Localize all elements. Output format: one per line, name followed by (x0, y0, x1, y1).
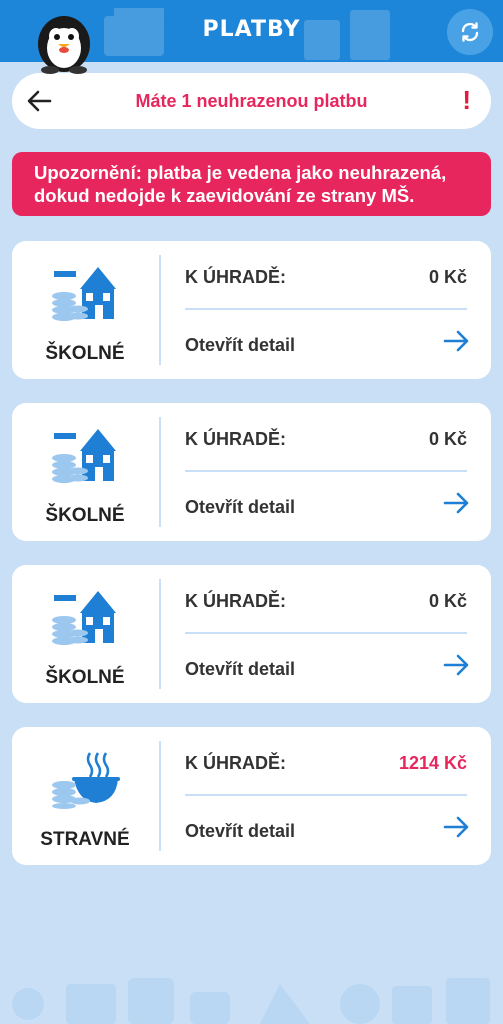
refresh-icon (461, 22, 479, 42)
arrow-right-icon[interactable] (443, 653, 471, 677)
open-detail-link[interactable]: Otevřít detail (185, 821, 295, 842)
amount-value: 1214 Kč (398, 753, 467, 773)
amount-value: 0 Kč (428, 591, 467, 611)
warning-banner: Upozornění: platba je vedena jako neuhra… (12, 152, 491, 216)
divider (185, 308, 467, 310)
payment-type-label: ŠKOLNÉ (45, 667, 125, 688)
payment-type-area: ŠKOLNÉ (12, 403, 158, 541)
payment-card: ŠKOLNÉ K ÚHRADĚ: 0 Kč Otevřít detail (12, 565, 491, 703)
due-label: K ÚHRADĚ: (185, 429, 286, 449)
payment-type-label: ŠKOLNÉ (45, 343, 125, 364)
divider (185, 632, 467, 634)
divider (159, 417, 161, 527)
payment-type-label: STRAVNÉ (40, 829, 130, 850)
open-detail-link[interactable]: Otevřít detail (185, 335, 295, 356)
arrow-right-icon[interactable] (443, 815, 471, 839)
amount-value: 0 Kč (428, 429, 467, 449)
meal-fee-icon (52, 752, 120, 809)
payment-type-area: ŠKOLNÉ (12, 241, 158, 379)
footer-decoration (12, 978, 490, 1024)
payment-type-area: STRAVNÉ (12, 727, 158, 865)
refresh-button[interactable] (447, 9, 493, 55)
arrow-right-icon[interactable] (443, 329, 471, 353)
divider (159, 741, 161, 851)
unpaid-notice-text: Máte 1 neuhrazenou platbu (135, 91, 368, 111)
arrow-right-icon[interactable] (443, 491, 471, 515)
payment-type-label: ŠKOLNÉ (45, 505, 125, 526)
school-fee-icon (52, 591, 116, 645)
divider (185, 470, 467, 472)
unpaid-notice-bar: Máte 1 neuhrazenou platbu ! (12, 73, 491, 129)
open-detail-link[interactable]: Otevřít detail (185, 497, 295, 518)
school-fee-icon (52, 267, 116, 321)
penguin-mascot-icon (38, 16, 90, 74)
open-detail-link[interactable]: Otevřít detail (185, 659, 295, 680)
due-label: K ÚHRADĚ: (185, 753, 286, 773)
divider (159, 255, 161, 365)
payment-type-area: ŠKOLNÉ (12, 565, 158, 703)
payment-card: ŠKOLNÉ K ÚHRADĚ: 0 Kč Otevřít detail (12, 241, 491, 379)
payment-card: STRAVNÉ K ÚHRADĚ: 1214 Kč Otevřít detail (12, 727, 491, 865)
payment-card: ŠKOLNÉ K ÚHRADĚ: 0 Kč Otevřít detail (12, 403, 491, 541)
due-label: K ÚHRADĚ: (185, 591, 286, 611)
amount-value: 0 Kč (428, 267, 467, 287)
divider (185, 794, 467, 796)
warning-text: Upozornění: platba je vedena jako neuhra… (34, 162, 447, 206)
exclamation-icon: ! (462, 85, 471, 115)
divider (159, 579, 161, 689)
due-label: K ÚHRADĚ: (185, 267, 286, 287)
school-fee-icon (52, 429, 116, 483)
